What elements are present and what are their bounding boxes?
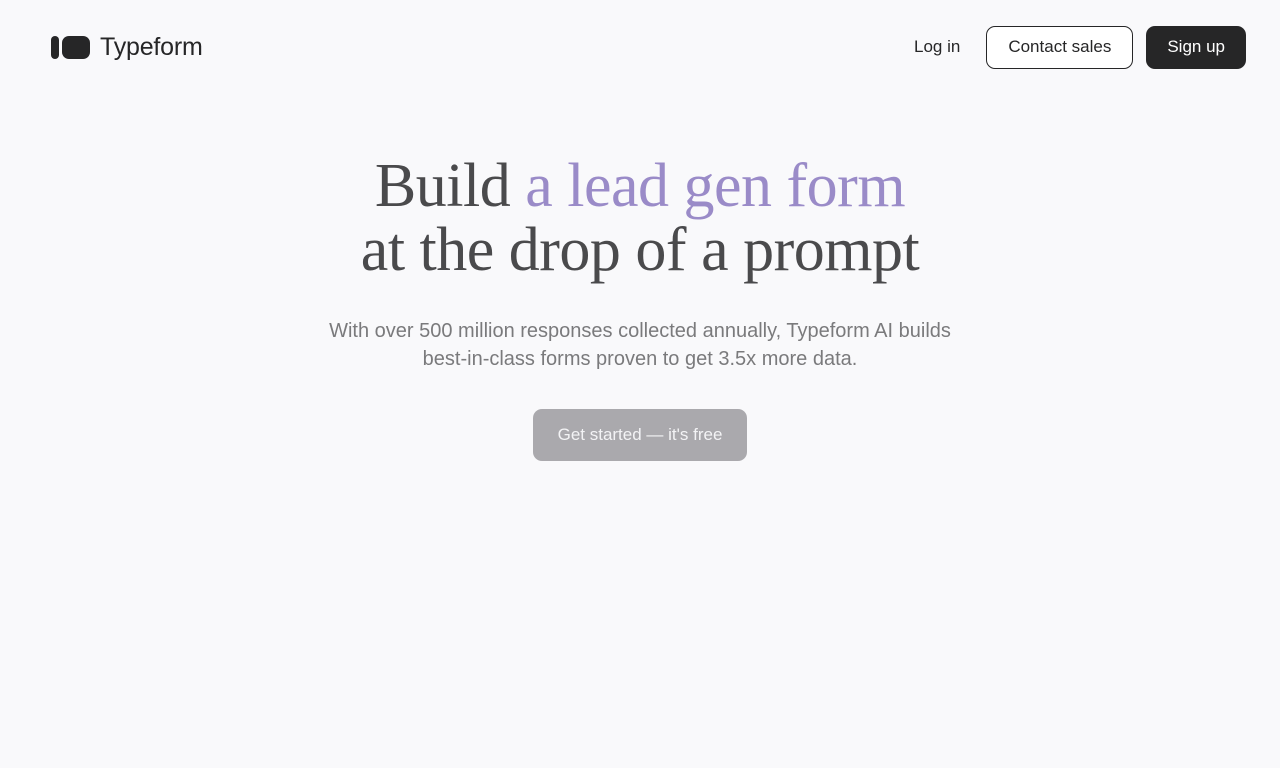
sign-up-button[interactable]: Sign up (1146, 25, 1246, 69)
site-header: Typeform Log in Contact sales Sign up (0, 0, 1280, 94)
contact-sales-button[interactable]: Contact sales (986, 25, 1134, 69)
hero-subtitle: With over 500 million responses collecte… (0, 317, 1280, 373)
logo-mark-pill (51, 35, 59, 59)
hero-section: Build a lead gen form at the drop of a p… (0, 154, 1280, 461)
hero-subtitle-line1: With over 500 million responses collecte… (329, 320, 951, 342)
get-started-button[interactable]: Get started — it's free (532, 409, 748, 461)
hero-subtitle-line2: best-in-class forms proven to get 3.5x m… (422, 348, 858, 370)
hero-title: Build a lead gen form at the drop of a p… (0, 154, 1280, 282)
brand-name: Typeform (100, 32, 203, 61)
hero-title-line2: at the drop of a prompt (360, 216, 920, 284)
logo-mark-block (62, 35, 90, 59)
page: Typeform Log in Contact sales Sign up Bu… (0, 0, 1280, 768)
brand-logo-link[interactable]: Typeform (51, 33, 203, 62)
cta-container: Get started — it's free (0, 409, 1280, 461)
typeform-logo-icon (51, 35, 90, 59)
hero-title-accent: a lead gen form (525, 152, 906, 220)
hero-title-lead: Build (374, 152, 526, 220)
header-nav: Log in Contact sales Sign up (901, 25, 1246, 69)
login-link[interactable]: Log in (901, 27, 973, 67)
